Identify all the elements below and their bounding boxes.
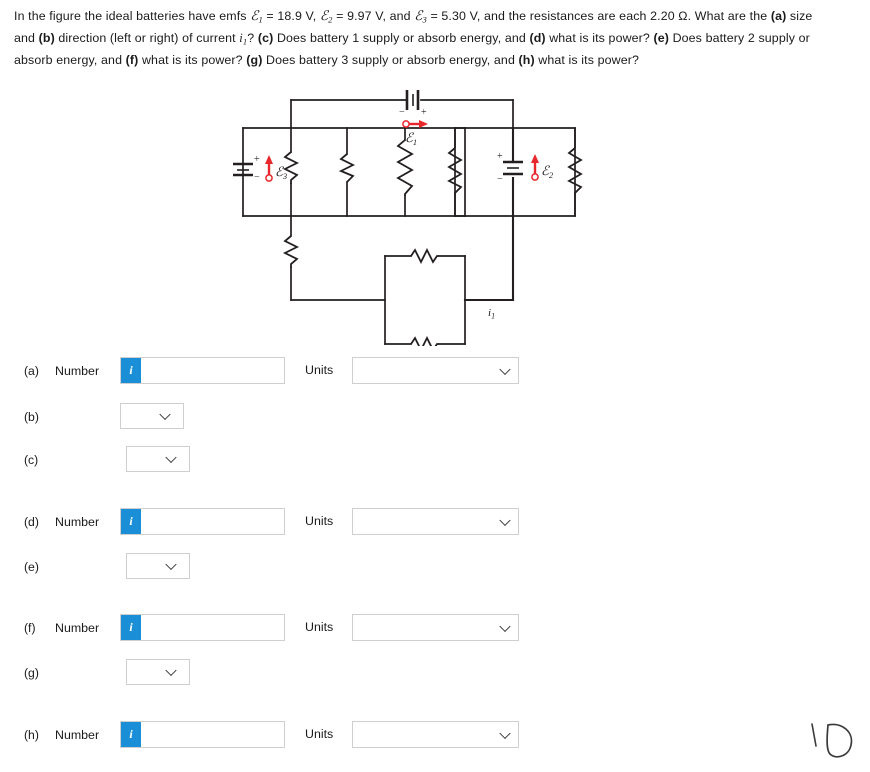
handwritten-mark (806, 718, 858, 766)
part-g-marker: (g) (246, 53, 263, 67)
info-icon-h[interactable]: i (121, 722, 141, 747)
part-c-text: Does battery 1 supply or absorb energy, … (273, 31, 530, 45)
circuit-resistor-leads (454, 128, 576, 216)
battery-3-symbol: + − (233, 154, 260, 183)
direction-select-b[interactable] (120, 403, 184, 429)
part-d-text: what is its power? (545, 31, 654, 45)
chevron-down-icon (499, 620, 511, 632)
part-f-marker: (f) (125, 53, 139, 67)
answer-tag-e: (e) (24, 560, 39, 574)
units-label-h: Units (305, 727, 334, 741)
chevron-down-icon (165, 451, 177, 464)
supply-absorb-select-e[interactable] (126, 553, 190, 579)
chevron-down-icon (165, 558, 177, 571)
supply-absorb-select-c[interactable] (126, 446, 190, 472)
circuit-diagram-figure: − + ℰ1 + − ℰ3 + − ℰ2 i1 (225, 86, 605, 346)
number-label-a: Number (55, 364, 100, 378)
answer-tag-h: (h) (24, 728, 39, 742)
answer-tag-a: (a) (24, 364, 39, 378)
chevron-down-icon (499, 514, 511, 526)
battery-3-plus-label: + (254, 154, 260, 165)
emf2-figure-label: ℰ2 (541, 163, 554, 180)
resistor-left-3-tall (396, 139, 414, 196)
info-icon-f[interactable]: i (121, 615, 141, 640)
info-icon-d[interactable]: i (121, 509, 141, 534)
part-b-marker: (b) (38, 31, 55, 45)
chevron-down-icon (159, 408, 171, 421)
emf3-value: = 5.30 V, and the resistances are each 2… (426, 9, 771, 23)
problem-statement: In the figure the ideal batteries have e… (14, 7, 814, 70)
chevron-down-icon (499, 727, 511, 739)
part-h-marker: (h) (518, 53, 535, 67)
number-field-f[interactable]: i (120, 614, 285, 641)
resistor-lower-left (282, 235, 300, 268)
number-field-h[interactable]: i (120, 721, 285, 748)
chevron-down-icon (165, 664, 177, 677)
number-input-h[interactable] (141, 722, 284, 747)
number-field-d[interactable]: i (120, 508, 285, 535)
circuit-diagram-svg: − + ℰ1 + − ℰ3 + − ℰ2 i1 (233, 90, 583, 346)
part-b-text: direction (left or right) of current (54, 31, 240, 45)
battery-1-minus-label: − (399, 107, 405, 118)
battery-1-symbol: − + (399, 90, 427, 118)
circuit-resistors (282, 139, 583, 346)
battery-1-plus-label: + (421, 107, 427, 118)
units-select-f[interactable] (352, 614, 519, 641)
number-field-a[interactable]: i (120, 357, 285, 384)
part-a-marker: (a) (770, 9, 787, 23)
emf2-value: = 9.97 V, and (332, 9, 415, 23)
part-g-text: Does battery 3 supply or absorb energy, … (262, 53, 519, 67)
battery-3-minus-label: − (254, 172, 260, 183)
emf2-symbol: ℰ (319, 8, 329, 23)
number-label-h: Number (55, 728, 100, 742)
units-label-a: Units (305, 363, 334, 377)
battery-2-plus-label: + (497, 151, 503, 162)
number-input-d[interactable] (141, 509, 284, 534)
units-select-h[interactable] (352, 721, 519, 748)
problem-text-intro: In the figure the ideal batteries have e… (14, 9, 251, 23)
emf3-arrow-icon (265, 155, 273, 182)
current-i1-figure-label: i1 (488, 307, 495, 321)
units-select-a[interactable] (352, 357, 519, 384)
battery-2-symbol: + − (497, 151, 523, 185)
number-label-d: Number (55, 515, 100, 529)
part-e-marker: (e) (653, 31, 670, 45)
resistor-left-2 (338, 153, 356, 183)
emf3-figure-label: ℰ3 (275, 164, 287, 181)
answer-tag-f: (f) (24, 621, 36, 635)
battery-2-minus-label: − (497, 174, 503, 185)
number-label-f: Number (55, 621, 100, 635)
answer-tag-d: (d) (24, 515, 39, 529)
answer-tag-c: (c) (24, 453, 39, 467)
resistor-bottom-top (410, 247, 439, 265)
part-f-text: what is its power? (138, 53, 247, 67)
resistor-bottom-bottom (410, 335, 439, 346)
part-d-marker: (d) (529, 31, 546, 45)
part-h-text: what is its power? (534, 53, 640, 67)
emf1-arrow-icon (402, 120, 428, 128)
emf1-figure-label: ℰ1 (405, 130, 417, 147)
number-input-a[interactable] (141, 358, 284, 383)
handwritten-mark-svg (811, 723, 853, 758)
units-label-f: Units (305, 620, 334, 634)
units-select-d[interactable] (352, 508, 519, 535)
answer-tag-b: (b) (24, 410, 39, 424)
supply-absorb-select-g[interactable] (126, 659, 190, 685)
part-c-marker: (c) (257, 31, 274, 45)
part-b-text-2: ? (247, 31, 258, 45)
emf1-value: = 18.9 V, (262, 9, 320, 23)
units-label-d: Units (305, 514, 334, 528)
info-icon-a[interactable]: i (121, 358, 141, 383)
chevron-down-icon (499, 363, 511, 375)
problem-page: In the figure the ideal batteries have e… (0, 0, 870, 772)
number-input-f[interactable] (141, 615, 284, 640)
emf2-arrow-icon (531, 154, 539, 181)
answer-tag-g: (g) (24, 666, 39, 680)
